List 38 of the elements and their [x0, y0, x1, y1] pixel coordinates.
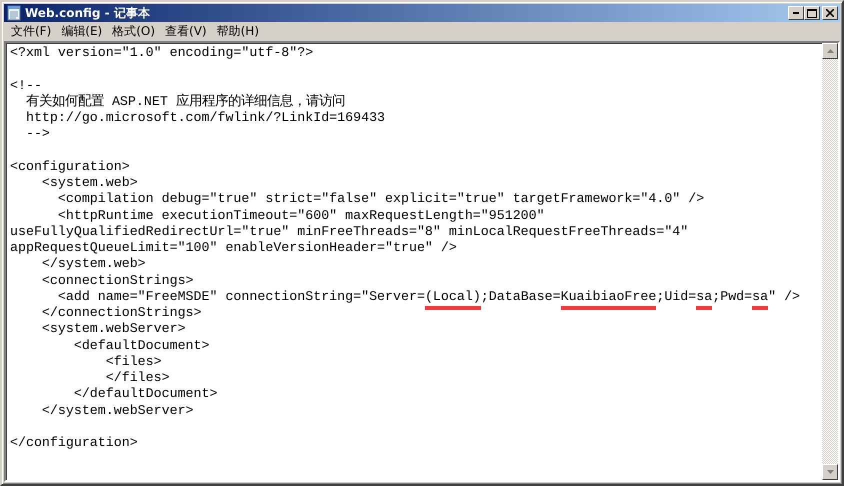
code-line: <httpRuntime executionTimeout="600" maxRequestLength="951200" — [56, 208, 546, 224]
code-line: <defaultDocument> — [72, 338, 210, 354]
code-line: </files> — [104, 370, 171, 386]
close-icon — [826, 9, 834, 17]
code-line: <files> — [104, 354, 163, 370]
code-line: </system.web> — [40, 256, 147, 272]
code-line: <configuration> — [10, 158, 131, 175]
window-title: Web.config - 记事本 — [25, 4, 151, 22]
menu-item[interactable]: 格式(O) — [107, 23, 160, 40]
minimize-icon — [793, 12, 799, 14]
maximize-button[interactable] — [804, 6, 820, 20]
up-triangle-icon — [826, 49, 834, 53]
code-line: <compilation debug="true" strict="false" explicit="true" targetFramework="4.0" /> — [56, 191, 706, 208]
menu-item[interactable]: 帮助(H) — [212, 23, 264, 40]
down-triangle-icon — [826, 470, 834, 474]
code-line: 有关如何配置 ASP.NET 应用程序的详细信息，请访问 — [24, 94, 346, 110]
code-line: useFullyQualifiedRedirectUrl="true" minFreeThreads="8" minLocalRequestFreeThreads="4" — [10, 224, 690, 240]
code-line: <!-- — [10, 78, 43, 94]
code-line: <system.web> — [40, 175, 139, 192]
maximize-icon — [807, 8, 817, 18]
menu-item[interactable]: 查看(V) — [160, 23, 212, 40]
code-line: </defaultDocument> — [72, 386, 218, 402]
code-line: appRequestQueueLimit="100" enableVersionHeader="true" /> — [10, 240, 458, 256]
minimize-button[interactable] — [788, 6, 804, 20]
code-line: <system.webServer> — [40, 321, 187, 338]
menu-item[interactable]: 编辑(E) — [56, 23, 108, 40]
close-button[interactable] — [822, 6, 838, 20]
code-line: <connectionStrings> — [40, 272, 195, 289]
code-line: <?xml version="1.0" encoding="utf-8"?> — [10, 45, 314, 62]
notepad-icon — [6, 5, 22, 21]
scroll-up-button[interactable] — [822, 43, 838, 59]
code-line: </configuration> — [10, 435, 139, 452]
menu-item[interactable]: 文件(F) — [6, 23, 56, 40]
code-line: </connectionStrings> — [40, 305, 203, 322]
code-line: </system.webServer> — [40, 402, 195, 419]
scroll-down-button[interactable] — [822, 464, 838, 480]
code-line: http://go.microsoft.com/fwlink/?LinkId=169433 — [24, 110, 386, 126]
code-line: --> — [24, 126, 51, 142]
